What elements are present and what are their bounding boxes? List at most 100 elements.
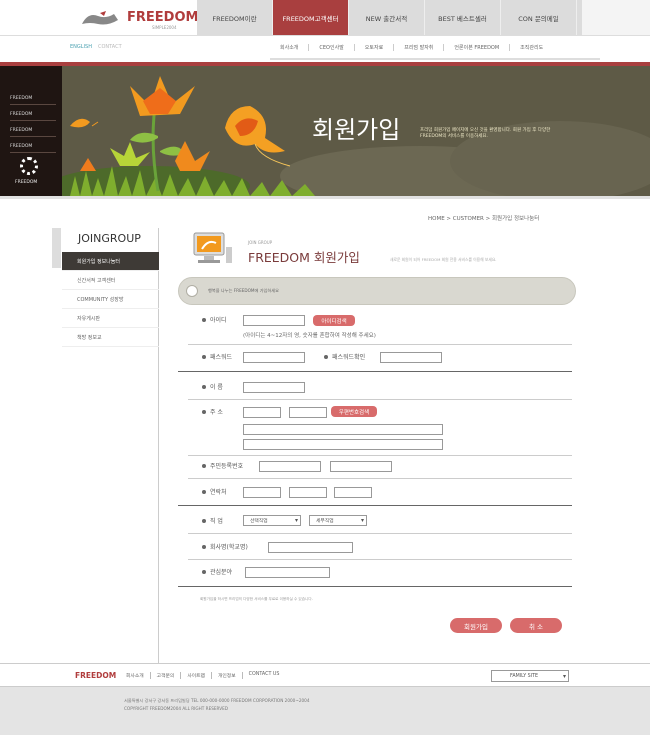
bullet-icon [202,489,206,494]
hero-side-mark: FREEDOM [15,180,38,185]
sub-nav-underline [270,58,600,60]
sidebar-item-board[interactable]: 자유게시판 [62,309,159,328]
address-line1-input[interactable] [243,424,443,435]
job-label: 직 업 [202,516,223,525]
password-confirm-label-text: 패스워드확인 [332,354,366,361]
logo-icon [82,11,118,25]
hero-side-tab[interactable]: FREEDOM [10,96,56,105]
row-divider [188,455,572,456]
phone-third-input[interactable] [334,487,372,498]
content-kicker: JOIN GROUP [248,240,273,245]
form-bottom-divider [178,586,572,587]
gnb-item-mail[interactable]: CON 문의메일 [501,0,577,35]
sidebar-item-center[interactable]: 신간서적 고객센터 [62,271,159,290]
hero-side-tab[interactable]: FREEDOM [10,112,56,121]
snb-item-data[interactable]: 오토자료 [353,43,393,51]
cancel-button[interactable]: 취 소 [510,618,562,633]
zipcode-first-input[interactable] [243,407,281,418]
snb-item-history[interactable]: 프리덤 발자취 [393,43,443,51]
page-description: 새로운 회원이 되어 FREEDOM 회원 전용 서비스를 이용해 보세요. [390,257,497,262]
company-input[interactable] [268,542,353,553]
zipcode-second-input[interactable] [289,407,327,418]
hero-side-tab[interactable]: FREEDOM [10,144,56,153]
resident-number-label-text: 주민등록번호 [210,463,244,470]
resident-number-second-input[interactable] [330,461,392,472]
gnb-item-about[interactable]: FREEDOM이란 [197,0,273,35]
gear-icon [20,157,38,175]
sidebar-item-books[interactable]: 책방 정보교 [62,328,159,347]
sidebar-strip [52,228,61,268]
logo-text[interactable]: FREEDOM [127,10,198,25]
id-check-button[interactable]: 아이디검색 [313,315,355,326]
sidebar-item-join[interactable]: 회원가입 정보나눔터 [62,252,159,271]
id-label: 아이디 [202,315,227,324]
form-notice: 회원가입을 하시면 프리덤의 다양한 서비스를 무료로 이용하실 수 있습니다. [200,597,313,601]
password-input[interactable] [243,352,305,363]
snb-item-company[interactable]: 회사소개 [270,44,308,51]
bullet-icon [202,354,206,359]
row-divider [188,533,572,534]
bullet-icon [202,569,206,574]
zipcode-search-button[interactable]: 우편번호검색 [331,406,377,417]
gnb-item-best[interactable]: BEST 베스트셀러 [425,0,501,35]
gnb-spacer [582,0,650,35]
address-label-text: 주 소 [210,409,223,416]
pill-text: 행복을 나누는 FREEDOM에 가입하세요 [208,288,279,293]
footer-address-line: 서울특별시 강서구 강서동 프리덤빌딩 TEL 000-000-0000 FRE… [124,698,310,703]
name-input[interactable] [243,382,305,393]
footer-bottom [0,687,650,735]
family-site-select[interactable]: FAMILY SITE [491,670,569,682]
footer-link-contact-us[interactable]: CONTACT US [241,672,286,679]
interest-label: 관심분야 [202,567,232,576]
interest-input[interactable] [245,567,330,578]
footer-link-sitemap[interactable]: 사이트맵 [180,672,211,679]
company-label: 회사명(학교명) [202,542,248,551]
bullet-icon [202,409,206,414]
footer-link-privacy[interactable]: 개인정보 [210,672,242,679]
header-divider [0,35,650,36]
gnb-item-new[interactable]: NEW 출간서적 [349,0,425,35]
footer-link-company[interactable]: 회사소개 [126,672,150,679]
password-label-text: 패스워드 [210,354,233,361]
hero-side-tab[interactable]: FREEDOM [10,128,56,137]
join-submit-button[interactable]: 회원가입 [450,618,502,633]
bullet-icon [202,544,206,549]
gnb-item-customer[interactable]: FREEDOM고객센터 [273,0,349,35]
row-divider [188,399,572,400]
name-label-text: 이 름 [210,384,223,391]
phone-first-input[interactable] [243,487,281,498]
resident-number-label: 주민등록번호 [202,461,243,470]
sidebar-item-community[interactable]: COMMUNITY 성장방 [62,290,159,309]
password-confirm-input[interactable] [380,352,442,363]
hero-side-tabs: FREEDOM FREEDOM FREEDOM FREEDOM [10,96,56,153]
company-label-text: 회사명(학교명) [210,544,248,551]
phone-label-text: 연락처 [210,489,227,496]
hero-copy: 프리덤 회원가입 페이지에 오신 것을 환영합니다. 회원 가입 후 다양한 F… [420,128,551,139]
row-divider [188,559,572,560]
snb-item-org[interactable]: 조직관리도 [509,43,553,51]
snb-item-press[interactable]: 언론이본 FREEDOM [443,43,509,51]
job-select[interactable]: 선택직업 [243,515,301,526]
password-label: 패스워드 [202,352,232,361]
computer-icon [193,232,232,263]
address-label: 주 소 [202,407,223,416]
lang-english-link[interactable]: ENGLISH [70,44,92,50]
footer-logo[interactable]: FREEDOM [75,671,116,680]
snb-item-ceo[interactable]: CEO인사말 [308,43,353,51]
bullet-icon [202,518,206,523]
name-label: 이 름 [202,382,223,391]
contact-link[interactable]: CONTACT [98,44,122,50]
id-input[interactable] [243,315,305,326]
section-divider [178,371,572,372]
footer-link-contact[interactable]: 고객문의 [149,672,181,679]
footer-top-border [0,663,650,664]
job-label-text: 직 업 [210,518,223,525]
phone-second-input[interactable] [289,487,327,498]
lang-links: ENGLISH CONTACT [70,44,122,50]
page-title: FREEDOM 회원가입 [248,250,360,265]
address-line2-input[interactable] [243,439,443,450]
job-detail-select[interactable]: 세부직업 [309,515,367,526]
bullet-icon [324,354,328,359]
section-divider [178,505,572,506]
resident-number-first-input[interactable] [259,461,321,472]
